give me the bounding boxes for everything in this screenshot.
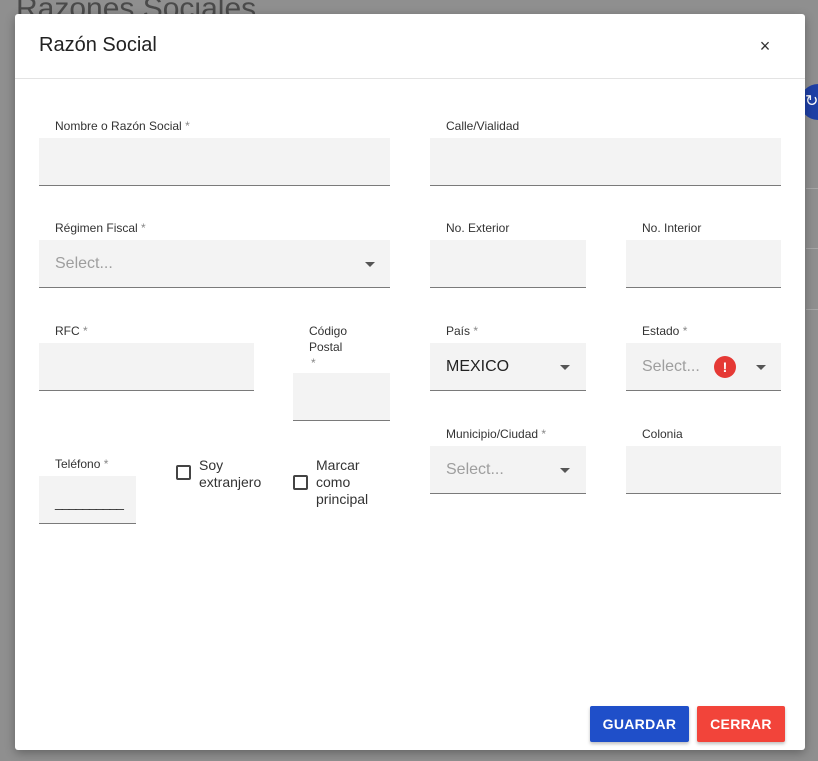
chevron-down-icon <box>365 262 375 267</box>
nombre-field: Nombre o Razón Social * <box>39 118 390 186</box>
estado-label: Estado * <box>642 323 687 339</box>
soy-extranjero-label[interactable]: Soy extranjero <box>199 457 261 491</box>
municipio-select[interactable]: Select... <box>430 446 586 494</box>
required-mark: * <box>682 324 688 338</box>
codigo-postal-input[interactable] <box>293 373 390 421</box>
codigo-postal-field: Código Postal * <box>293 323 390 421</box>
estado-label-text: Estado <box>642 324 680 338</box>
required-mark: * <box>103 457 109 471</box>
chevron-down-icon <box>560 365 570 370</box>
telefono-field: Teléfono * __________ <box>39 456 136 524</box>
background-divider <box>806 309 818 310</box>
required-mark: * <box>473 324 479 338</box>
background-divider <box>806 248 818 249</box>
calle-input[interactable] <box>430 138 781 186</box>
nombre-input[interactable] <box>39 138 390 186</box>
no-interior-label: No. Interior <box>642 221 702 235</box>
guardar-button[interactable]: GUARDAR <box>590 706 689 742</box>
pais-field: País * MEXICO <box>430 323 586 391</box>
required-mark: * <box>141 221 146 235</box>
no-exterior-label: No. Exterior <box>446 221 510 235</box>
error-icon: ! <box>714 356 736 378</box>
estado-placeholder: Select... <box>642 358 700 375</box>
municipio-placeholder: Select... <box>446 461 504 478</box>
regimen-label: Régimen Fiscal * <box>55 220 146 236</box>
codigo-postal-label-line: Postal <box>309 340 343 354</box>
dialog-header: Razón Social × <box>15 14 805 79</box>
refresh-icon: ↻ <box>805 93 818 110</box>
pais-label-text: País <box>446 324 471 338</box>
calle-label: Calle/Vialidad <box>446 119 520 133</box>
regimen-placeholder: Select... <box>55 255 113 272</box>
municipio-field: Municipio/Ciudad * Select... <box>430 426 586 494</box>
principal-label-line: como <box>316 474 351 490</box>
principal-checkbox[interactable] <box>293 475 308 490</box>
required-mark: * <box>83 324 88 338</box>
rfc-input[interactable] <box>39 343 254 391</box>
required-mark: * <box>541 427 547 441</box>
regimen-label-text: Régimen Fiscal <box>55 221 138 235</box>
required-mark: * <box>311 356 316 370</box>
rfc-label: RFC * <box>55 323 88 339</box>
no-exterior-input[interactable] <box>430 240 586 288</box>
razon-social-dialog: Razón Social × Nombre o Razón Social * C… <box>15 14 805 750</box>
calle-field: Calle/Vialidad <box>430 118 781 186</box>
regimen-field: Régimen Fiscal * Select... <box>39 220 390 288</box>
telefono-mask: __________ <box>55 494 124 510</box>
cerrar-button[interactable]: CERRAR <box>697 706 785 742</box>
telefono-label: Teléfono * <box>55 456 108 472</box>
chevron-down-icon <box>756 365 766 370</box>
estado-field: Estado * Select... ! <box>626 323 781 391</box>
telefono-input[interactable]: __________ <box>39 476 136 524</box>
pais-select[interactable]: MEXICO <box>430 343 586 391</box>
colonia-field: Colonia <box>626 426 781 494</box>
telefono-label-text: Teléfono <box>55 457 101 471</box>
soy-extranjero-label-line: Soy <box>199 457 224 473</box>
required-mark: * <box>185 119 190 133</box>
municipio-label: Municipio/Ciudad * <box>446 426 546 442</box>
nombre-label: Nombre o Razón Social * <box>55 118 190 134</box>
estado-select[interactable]: Select... ! <box>626 343 781 391</box>
no-exterior-field: No. Exterior <box>430 220 586 288</box>
soy-extranjero-checkbox[interactable] <box>176 465 191 480</box>
codigo-postal-label: Código Postal * <box>309 323 347 371</box>
rfc-field: RFC * <box>39 323 254 391</box>
regimen-select[interactable]: Select... <box>39 240 390 288</box>
codigo-postal-label-line: Código <box>309 324 348 338</box>
pais-label: País * <box>446 323 478 339</box>
no-interior-field: No. Interior <box>626 220 781 288</box>
pais-value: MEXICO <box>446 358 510 375</box>
principal-label-line: principal <box>316 491 369 507</box>
principal-label-line: Marcar <box>316 457 360 473</box>
soy-extranjero-label-line: extranjero <box>199 474 262 490</box>
no-interior-input[interactable] <box>626 240 781 288</box>
rfc-label-text: RFC <box>55 324 80 338</box>
close-icon[interactable]: × <box>753 34 777 58</box>
principal-label[interactable]: Marcar como principal <box>316 457 368 508</box>
colonia-input[interactable] <box>626 446 781 494</box>
dialog-title: Razón Social <box>39 34 157 56</box>
background-divider <box>806 188 818 189</box>
nombre-label-text: Nombre o Razón Social <box>55 119 182 133</box>
municipio-label-text: Municipio/Ciudad <box>446 427 539 441</box>
colonia-label: Colonia <box>642 427 683 441</box>
chevron-down-icon <box>560 468 570 473</box>
